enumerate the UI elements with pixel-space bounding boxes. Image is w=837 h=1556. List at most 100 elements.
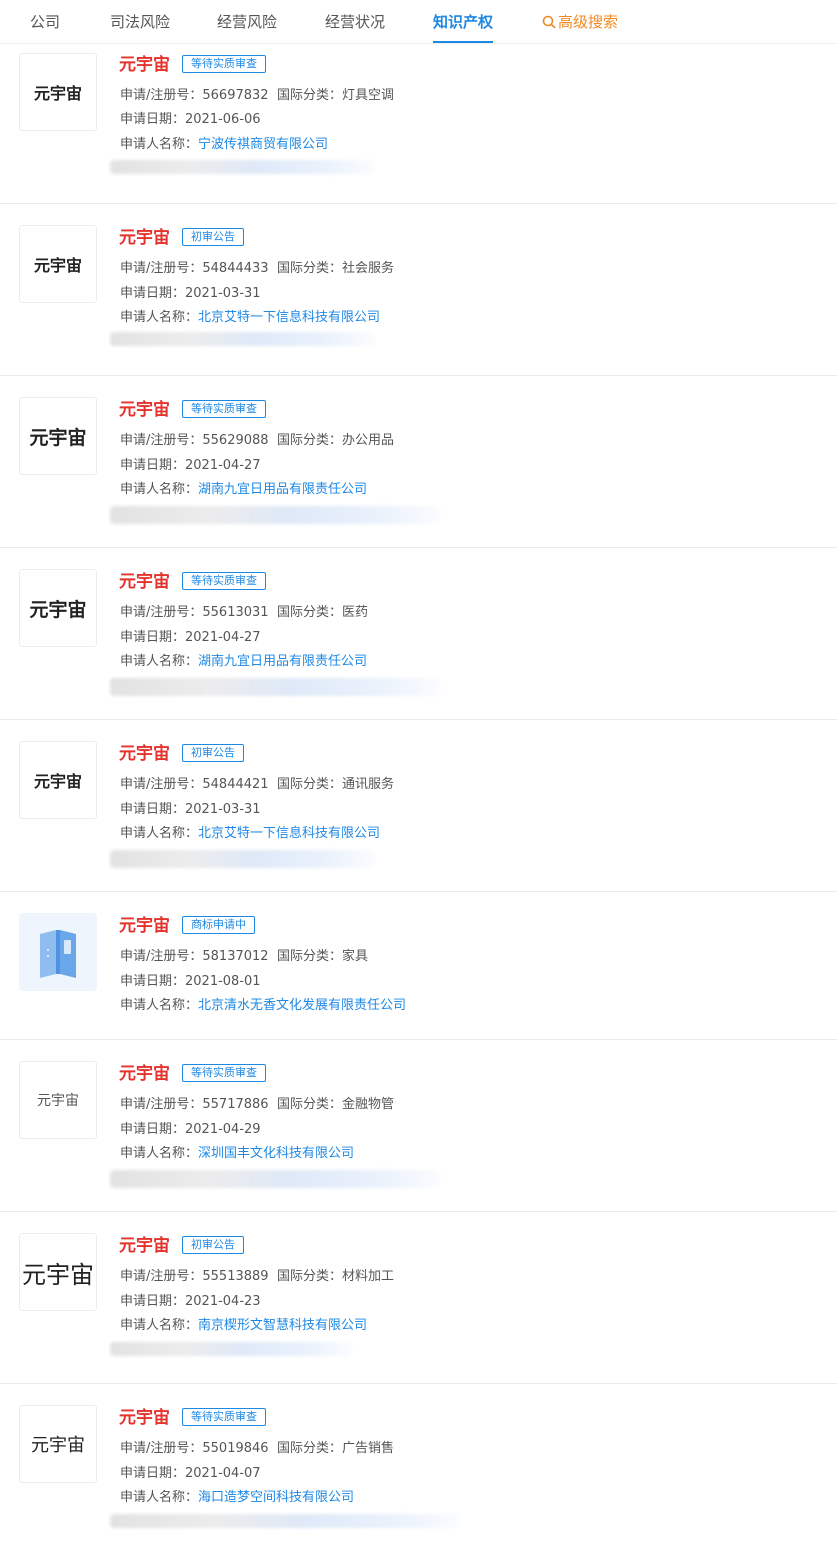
trademark-card[interactable]: 元宇宙 元宇宙 等待实质审查 申请/注册号：55019846 国际分类：广告销售 … xyxy=(0,1384,837,1556)
applicant-link[interactable]: 深圳国丰文化科技有限公司 xyxy=(198,1146,354,1161)
status-badge: 等待实质审查 xyxy=(182,55,266,73)
intl-class-value: 广告销售 xyxy=(342,1441,395,1456)
applicant-link[interactable]: 北京艾特一下信息科技有限公司 xyxy=(198,310,380,325)
reg-row: 申请/注册号：55019846 国际分类：广告销售 xyxy=(120,1440,394,1458)
trademark-list: 元宇宙 元宇宙 等待实质审查 申请/注册号：56697832 国际分类：灯具空调 … xyxy=(0,44,837,1556)
reg-row: 申请/注册号：55629088 国际分类：办公用品 xyxy=(120,432,394,450)
intl-class-value: 灯具空调 xyxy=(342,88,395,103)
intl-class-label: 国际分类： xyxy=(277,1441,343,1456)
date-row: 申请日期：2021-03-31 xyxy=(120,285,261,303)
trademark-logo: 元宇宙 xyxy=(19,569,97,647)
applicant-link[interactable]: 湖南九宜日用品有限责任公司 xyxy=(198,654,367,669)
applicant-row: 申请人名称：北京艾特一下信息科技有限公司 xyxy=(120,309,380,327)
applicant-link[interactable]: 海口造梦空间科技有限公司 xyxy=(198,1490,354,1505)
tab-judicial-risk[interactable]: 司法风险 xyxy=(110,12,170,32)
trademark-name[interactable]: 元宇宙 xyxy=(119,1236,170,1256)
apply-date-value: 2021-03-31 xyxy=(185,802,261,817)
reg-no-label: 申请/注册号： xyxy=(120,433,203,448)
applicant-link[interactable]: 南京楔形文智慧科技有限公司 xyxy=(198,1318,367,1333)
trademark-name[interactable]: 元宇宙 xyxy=(119,400,170,420)
apply-date-value: 2021-06-06 xyxy=(185,112,261,127)
date-row: 申请日期：2021-04-23 xyxy=(120,1293,261,1311)
applicant-label: 申请人名称： xyxy=(120,1318,199,1333)
apply-date-label: 申请日期： xyxy=(120,630,186,645)
intl-class: 国际分类：金融物管 xyxy=(277,1096,394,1114)
redacted-area xyxy=(110,160,375,174)
tab-operating-status[interactable]: 经营状况 xyxy=(325,12,385,32)
applicant-label: 申请人名称： xyxy=(120,826,199,841)
intl-class: 国际分类：家具 xyxy=(277,948,368,966)
apply-date-value: 2021-04-07 xyxy=(185,1466,261,1481)
book-icon xyxy=(40,930,76,978)
trademark-card[interactable]: 元宇宙 元宇宙 初审公告 申请/注册号：54844433 国际分类：社会服务 申请… xyxy=(0,204,837,376)
trademark-card[interactable]: 元宇宙 元宇宙 初审公告 申请/注册号：55513889 国际分类：材料加工 申请… xyxy=(0,1212,837,1384)
trademark-name[interactable]: 元宇宙 xyxy=(119,1408,170,1428)
applicant-link[interactable]: 宁波传祺商贸有限公司 xyxy=(198,137,328,152)
intl-class: 国际分类：灯具空调 xyxy=(277,87,394,105)
reg-row: 申请/注册号：54844421 国际分类：通讯服务 xyxy=(120,776,394,794)
apply-date-label: 申请日期： xyxy=(120,1122,186,1137)
reg-row: 申请/注册号：55717886 国际分类：金融物管 xyxy=(120,1096,394,1114)
trademark-logo: 元宇宙 xyxy=(19,53,97,131)
applicant-row: 申请人名称：南京楔形文智慧科技有限公司 xyxy=(120,1317,367,1335)
trademark-name[interactable]: 元宇宙 xyxy=(119,1064,170,1084)
applicant-label: 申请人名称： xyxy=(120,137,199,152)
reg-no-value: 55613031 xyxy=(202,605,269,620)
intl-class-label: 国际分类： xyxy=(277,88,343,103)
status-badge: 等待实质审查 xyxy=(182,400,266,418)
applicant-row: 申请人名称：北京清水无香文化发展有限责任公司 xyxy=(120,997,406,1015)
reg-no-value: 56697832 xyxy=(202,88,269,103)
trademark-card[interactable]: 元宇宙 商标申请中 申请/注册号：58137012 国际分类：家具 申请日期：20… xyxy=(0,892,837,1040)
applicant-label: 申请人名称： xyxy=(120,482,199,497)
trademark-name[interactable]: 元宇宙 xyxy=(119,744,170,764)
status-badge: 初审公告 xyxy=(182,1236,244,1254)
trademark-logo: 元宇宙 xyxy=(19,397,97,475)
trademark-name[interactable]: 元宇宙 xyxy=(119,228,170,248)
trademark-card[interactable]: 元宇宙 元宇宙 初审公告 申请/注册号：54844421 国际分类：通讯服务 申请… xyxy=(0,720,837,892)
apply-date-value: 2021-04-23 xyxy=(185,1294,261,1309)
trademark-card[interactable]: 元宇宙 元宇宙 等待实质审查 申请/注册号：55613031 国际分类：医药 申请… xyxy=(0,548,837,720)
reg-no-value: 55513889 xyxy=(202,1269,269,1284)
applicant-link[interactable]: 北京艾特一下信息科技有限公司 xyxy=(198,826,380,841)
status-badge: 初审公告 xyxy=(182,228,244,246)
intl-class-label: 国际分类： xyxy=(277,777,343,792)
tab-operating-risk[interactable]: 经营风险 xyxy=(217,12,277,32)
apply-date-value: 2021-04-27 xyxy=(185,458,261,473)
status-badge: 等待实质审查 xyxy=(182,572,266,590)
trademark-card[interactable]: 元宇宙 元宇宙 等待实质审查 申请/注册号：55629088 国际分类：办公用品 … xyxy=(0,376,837,548)
trademark-card[interactable]: 元宇宙 元宇宙 等待实质审查 申请/注册号：55717886 国际分类：金融物管 … xyxy=(0,1040,837,1212)
apply-date-value: 2021-04-29 xyxy=(185,1122,261,1137)
date-row: 申请日期：2021-04-29 xyxy=(120,1121,261,1139)
trademark-name[interactable]: 元宇宙 xyxy=(119,55,170,75)
intl-class-label: 国际分类： xyxy=(277,433,343,448)
apply-date-value: 2021-04-27 xyxy=(185,630,261,645)
reg-no-label: 申请/注册号： xyxy=(120,1441,203,1456)
reg-no-label: 申请/注册号： xyxy=(120,949,203,964)
tab-intellectual-property[interactable]: 知识产权 xyxy=(433,12,494,43)
trademark-card[interactable]: 元宇宙 元宇宙 等待实质审查 申请/注册号：56697832 国际分类：灯具空调 … xyxy=(0,44,837,204)
apply-date-label: 申请日期： xyxy=(120,802,186,817)
intl-class-label: 国际分类： xyxy=(277,1269,343,1284)
search-icon xyxy=(542,15,556,29)
top-tab-bar: 公司 司法风险 经营风险 经营状况 知识产权 高级搜索 xyxy=(0,0,837,44)
status-badge: 等待实质审查 xyxy=(182,1064,266,1082)
tab-company[interactable]: 公司 xyxy=(30,12,60,32)
status-badge: 商标申请中 xyxy=(182,916,255,934)
intl-class: 国际分类：通讯服务 xyxy=(277,776,394,794)
applicant-label: 申请人名称： xyxy=(120,310,199,325)
applicant-link[interactable]: 湖南九宜日用品有限责任公司 xyxy=(198,482,367,497)
advanced-search-link[interactable]: 高级搜索 xyxy=(542,12,618,32)
apply-date-label: 申请日期： xyxy=(120,1294,186,1309)
reg-no-value: 55717886 xyxy=(202,1097,269,1112)
trademark-name[interactable]: 元宇宙 xyxy=(119,572,170,592)
applicant-label: 申请人名称： xyxy=(120,1490,199,1505)
trademark-name[interactable]: 元宇宙 xyxy=(119,916,170,936)
applicant-row: 申请人名称：海口造梦空间科技有限公司 xyxy=(120,1489,354,1507)
applicant-row: 申请人名称：湖南九宜日用品有限责任公司 xyxy=(120,653,367,671)
redacted-area xyxy=(110,678,440,696)
date-row: 申请日期：2021-04-27 xyxy=(120,629,261,647)
intl-class-label: 国际分类： xyxy=(277,949,343,964)
status-badge: 初审公告 xyxy=(182,744,244,762)
applicant-link[interactable]: 北京清水无香文化发展有限责任公司 xyxy=(198,998,406,1013)
date-row: 申请日期：2021-03-31 xyxy=(120,801,261,819)
